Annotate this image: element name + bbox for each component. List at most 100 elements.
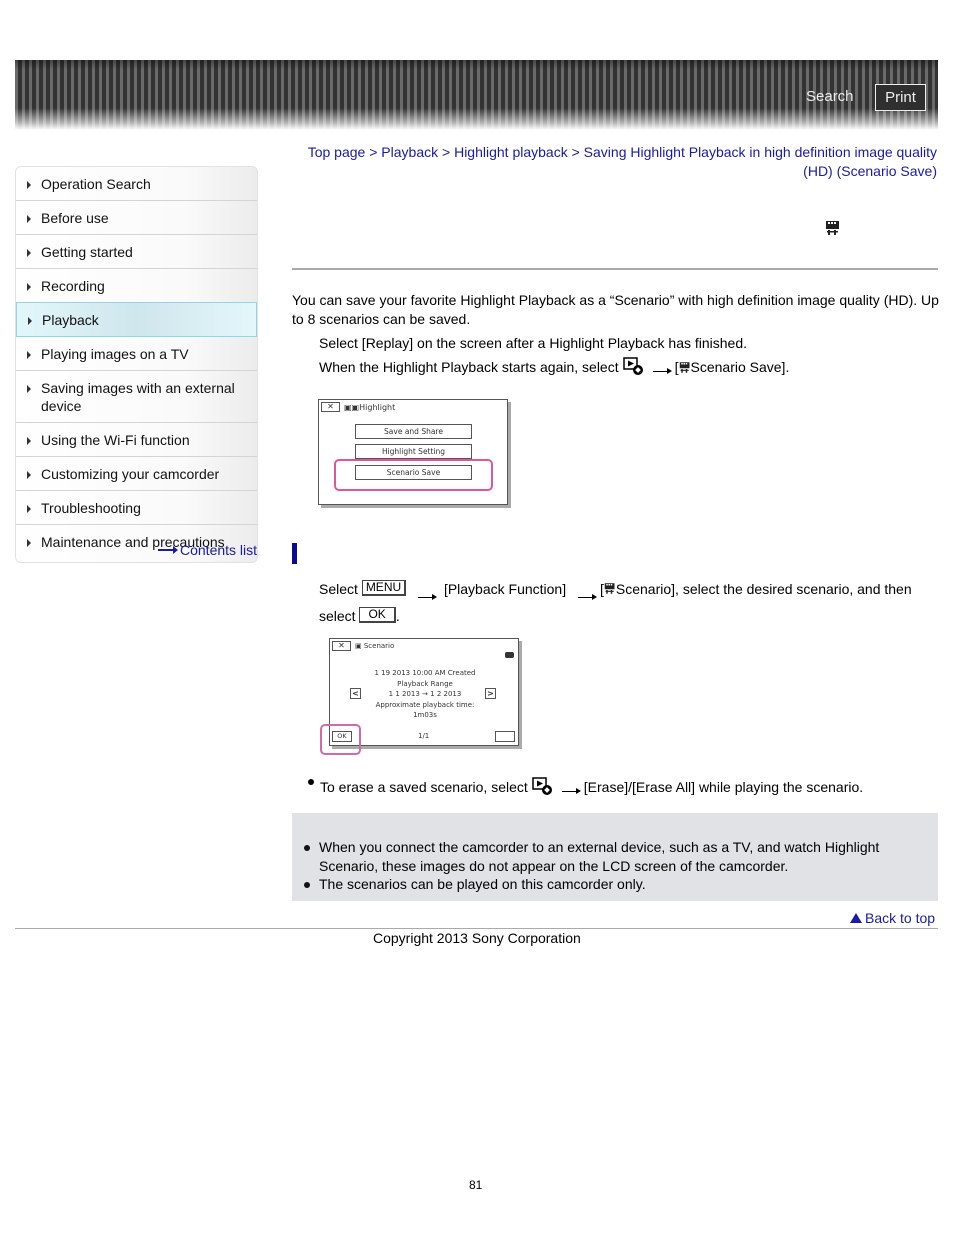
step-2-prefix: When the Highlight Playback starts again…: [319, 359, 619, 375]
sidebar-item-label: Recording: [41, 278, 105, 294]
triangle-right-icon: [27, 215, 31, 223]
note-text: The scenarios can be played on this camc…: [319, 876, 646, 892]
sidebar-item-label: Playing images on a TV: [41, 346, 189, 362]
section-marker: [292, 543, 297, 564]
triangle-right-icon: [27, 181, 31, 189]
sidebar-item-recording[interactable]: Recording: [16, 269, 257, 303]
step-3-select: Select: [319, 581, 358, 597]
contents-list-label: Contents list: [180, 542, 258, 558]
note-item: The scenarios can be played on this camc…: [304, 875, 924, 894]
copyright: Copyright 2013 Sony Corporation: [373, 930, 581, 946]
print-button[interactable]: Print: [875, 84, 926, 111]
breadcrumb-current[interactable]: Saving Highlight Playback in high defini…: [584, 144, 937, 179]
sidebar-item-playback[interactable]: Playback: [16, 302, 257, 337]
step-3-select-2: select: [319, 608, 356, 624]
save-and-share-button: Save and Share: [355, 424, 472, 439]
screen-title-text: Highlight: [359, 403, 396, 412]
screen-title-text: Scenario: [363, 642, 395, 650]
triangle-right-icon: [27, 249, 31, 257]
time-label: Approximate playback time:: [375, 700, 475, 709]
sidebar-item-customizing[interactable]: Customizing your camcorder: [16, 457, 257, 491]
close-icon: ✕: [321, 402, 340, 412]
arrow-right-icon: [158, 546, 178, 554]
sidebar-item-operation-search[interactable]: Operation Search: [16, 167, 257, 201]
sidebar-item-troubleshooting[interactable]: Troubleshooting: [16, 491, 257, 525]
range-label: Playback Range: [397, 679, 453, 688]
arrow-right-icon: [418, 594, 438, 600]
step-2-target: Scenario Save].: [690, 359, 790, 375]
breadcrumb-separator: >: [442, 144, 451, 160]
time-value: 1m03s: [413, 711, 437, 719]
triangle-right-icon: [27, 385, 31, 393]
arrow-right-icon: [652, 368, 672, 374]
triangle-right-icon: [27, 505, 31, 513]
notes-box: When you connect the camcorder to an ext…: [292, 813, 938, 901]
range-value: 1 1 2013 → 1 2 2013: [388, 690, 462, 698]
sidebar-item-label: Playback: [42, 312, 99, 328]
scenario-icon: [604, 583, 615, 594]
chevron-left-icon: <: [350, 688, 361, 699]
footer-divider: [15, 928, 938, 929]
page-number: 81: [469, 1178, 483, 1192]
menu-key: MENU: [361, 580, 407, 596]
sidebar-item-playing-images-on-tv[interactable]: Playing images on a TV: [16, 337, 257, 371]
triangle-right-icon: [27, 471, 31, 479]
highlight-setting-button: Highlight Setting: [355, 444, 472, 459]
triangle-right-icon: [27, 283, 31, 291]
playback-icon: [495, 731, 515, 742]
playback-function-label: [Playback Function]: [443, 581, 567, 597]
erase-note-prefix: To erase a saved scenario, select: [320, 779, 528, 795]
triangle-right-icon: [27, 437, 31, 445]
step-3-text: Select MENU [Playback Function] [ Scenar…: [319, 580, 912, 624]
page-indicator: 1/1: [418, 732, 430, 740]
scenario-screen-screenshot: ✕ ▣ Scenario 1 19 2013 10:00 AM Created …: [320, 638, 519, 755]
step-1-text: Select [Replay] on the screen after a Hi…: [319, 335, 748, 351]
sidebar-item-wifi[interactable]: Using the Wi-Fi function: [16, 423, 257, 457]
chevron-right-icon: >: [485, 688, 496, 699]
breadcrumb-separator: >: [369, 144, 378, 160]
bullet-icon: [304, 845, 310, 851]
intro-text: You can save your favorite Highlight Pla…: [292, 292, 939, 327]
sidebar-item-getting-started[interactable]: Getting started: [16, 235, 257, 269]
sidebar-item-label: Saving images with an external device: [41, 380, 235, 414]
note-item: When you connect the camcorder to an ext…: [304, 838, 924, 875]
sidebar-nav: Operation Search Before use Getting star…: [15, 166, 258, 563]
erase-note-suffix: [Erase]/[Erase All] while playing the sc…: [583, 779, 864, 795]
breadcrumb-playback[interactable]: Playback: [381, 144, 438, 160]
back-to-top-link[interactable]: Back to top: [850, 910, 935, 926]
breadcrumb-top-page[interactable]: Top page: [308, 144, 366, 160]
screen-title: ▣ Scenario: [355, 642, 395, 650]
sidebar-item-label: Using the Wi-Fi function: [41, 432, 190, 448]
contents-list-link[interactable]: Contents list: [158, 542, 257, 558]
screen-title: ▣▣Highlight: [344, 403, 396, 412]
arrow-right-icon: [561, 788, 581, 794]
sidebar-item-saving-images-external[interactable]: Saving images with an external device: [16, 371, 257, 423]
breadcrumb-highlight-playback[interactable]: Highlight playback: [454, 144, 568, 160]
sidebar-item-label: Customizing your camcorder: [41, 466, 220, 482]
scenario-icon: [679, 362, 689, 373]
breadcrumb: Top page > Playback > Highlight playback…: [300, 143, 937, 181]
breadcrumb-separator: >: [571, 144, 580, 160]
bullet-icon: [304, 882, 310, 888]
scenario-icon: [826, 221, 839, 235]
sidebar-item-label: Operation Search: [41, 176, 151, 192]
erase-note: To erase a saved scenario, select [Erase…: [308, 777, 864, 797]
highlight-frame: [334, 459, 493, 491]
search-link[interactable]: Search: [806, 88, 854, 105]
scenario-info: 1 19 2013 10:00 AM Created Playback Rang…: [360, 668, 490, 721]
ok-key: OK: [359, 607, 396, 623]
step-3-scenario: Scenario], select the desired scenario, …: [615, 581, 912, 597]
sidebar-item-before-use[interactable]: Before use: [16, 201, 257, 235]
highlight-frame: [320, 724, 361, 755]
created-date: 1 19 2013 10:00 AM Created: [374, 669, 476, 677]
note-text: When you connect the camcorder to an ext…: [319, 839, 880, 874]
playback-edit-icon: [532, 777, 552, 795]
triangle-right-icon: [27, 539, 31, 547]
back-to-top-label: Back to top: [865, 910, 936, 926]
bullet-icon: [308, 779, 314, 785]
playback-edit-icon: [622, 357, 643, 375]
memory-icon: [505, 652, 514, 658]
triangle-right-icon: [27, 351, 31, 359]
site-header: Search Print: [15, 60, 938, 130]
sidebar-item-label: Before use: [41, 210, 109, 226]
